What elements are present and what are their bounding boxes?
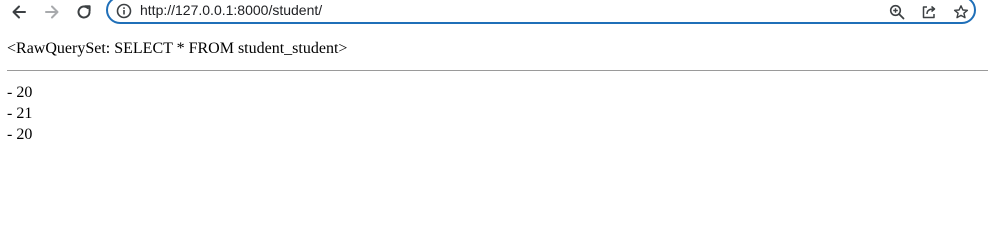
share-button[interactable] [920,3,938,21]
address-bar[interactable]: http://127.0.0.1:8000/student/ [106,0,976,24]
back-button[interactable] [8,1,30,23]
list-item: - 20 [7,84,33,101]
bookmark-button[interactable] [952,3,970,21]
forward-button[interactable] [41,1,63,23]
list-item: - 20 [7,126,33,143]
queryset-repr: <RawQuerySet: SELECT * FROM student_stud… [7,40,348,57]
zoom-button[interactable] [888,3,906,21]
share-icon [922,5,936,19]
divider [7,70,988,71]
reload-icon [77,5,91,19]
browser-toolbar: http://127.0.0.1:8000/student/ [0,0,988,25]
age-list: - 20 - 21 - 20 [7,82,32,145]
arrow-right-icon [45,5,59,19]
info-icon[interactable] [116,3,132,19]
arrow-left-icon [12,5,26,19]
reload-button[interactable] [73,1,95,23]
star-icon [953,5,969,19]
url-text[interactable]: http://127.0.0.1:8000/student/ [140,2,322,18]
list-item: - 21 [7,105,33,122]
zoom-icon [889,4,905,20]
